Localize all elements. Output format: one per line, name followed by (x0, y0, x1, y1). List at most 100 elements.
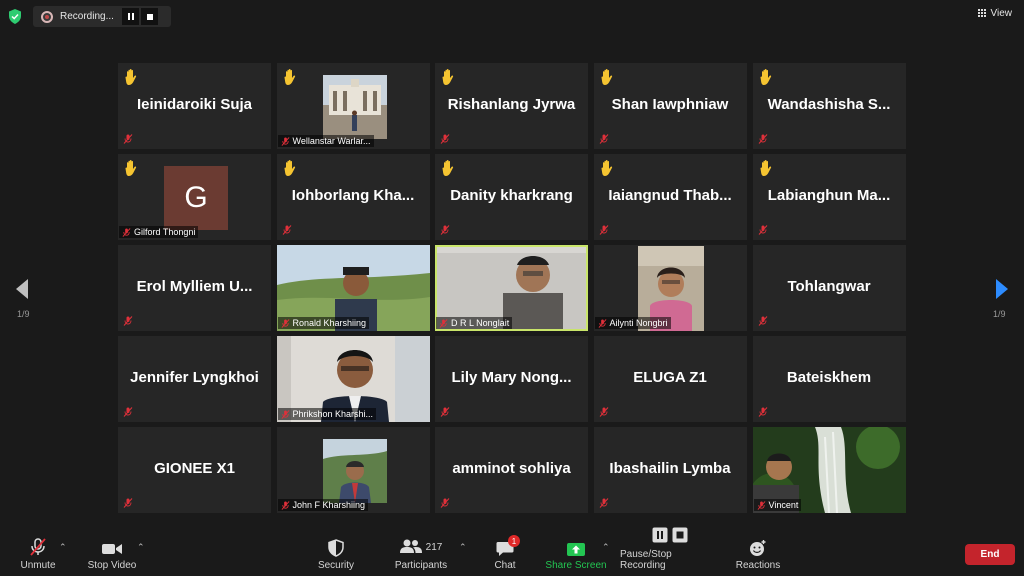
participant-tile[interactable]: Wellanstar Warlar... (276, 63, 430, 149)
chat-label: Chat (494, 560, 516, 571)
pause-icon (127, 13, 134, 20)
participant-name-tag: Ronald Kharshiing (277, 317, 370, 329)
stop-video-button[interactable]: Stop Video (84, 528, 140, 576)
participant-tile[interactable]: Wandashisha S... (752, 63, 906, 149)
raised-hand-icon (442, 69, 454, 85)
participant-name: Danity kharkrang (450, 187, 573, 204)
participant-tile[interactable]: GIONEE X1 (118, 427, 271, 513)
next-page-arrow-icon[interactable] (995, 278, 1009, 300)
participant-tile[interactable]: Iohborlang Kha... (276, 154, 430, 240)
video-options-caret-icon[interactable]: ⌃ (137, 542, 145, 553)
raised-hand-icon (283, 160, 295, 176)
pause-stop-recording-label: Pause/Stop Recording (620, 549, 672, 571)
view-button[interactable]: View (977, 8, 1012, 19)
muted-microphone-icon (440, 134, 450, 144)
avatar: G (164, 166, 228, 230)
participant-tile[interactable]: ELUGA Z1 (593, 336, 747, 422)
participant-name: Erol Mylliem U... (136, 278, 253, 295)
share-screen-button[interactable]: Share Screen (544, 528, 608, 576)
muted-microphone-icon (440, 498, 450, 508)
pause-stop-recording-button[interactable]: Pause/Stop Recording (620, 527, 720, 576)
raised-hand-icon (125, 160, 137, 176)
participant-tile[interactable]: Ibashailin Lymba (593, 427, 747, 513)
participant-name: Wellanstar Warlar... (292, 136, 371, 146)
participant-name: ELUGA Z1 (633, 369, 707, 386)
security-button[interactable]: Security (314, 528, 358, 576)
participant-tile[interactable]: Ailynti Nongbri (593, 245, 747, 331)
video-gallery: Ieinidaroiki Suja Wellanstar Warlar... Ris… (118, 63, 906, 514)
participant-name: Lily Mary Nong... (451, 369, 572, 386)
muted-microphone-icon (599, 225, 608, 235)
participant-name: Bateiskhem (786, 369, 872, 386)
reactions-button[interactable]: Reactions (734, 528, 782, 576)
participant-tile[interactable]: G Gilford Thongni (118, 154, 271, 240)
muted-microphone-icon (30, 538, 46, 556)
unmute-label: Unmute (20, 560, 56, 571)
participant-tile[interactable]: Labianghun Ma... (752, 154, 906, 240)
participant-name-tag: Vincent (753, 499, 802, 511)
participant-tile[interactable]: Bateiskhem (752, 336, 906, 422)
muted-microphone-icon (123, 407, 133, 417)
participant-tile[interactable]: Iaiangnud Thab... (593, 154, 747, 240)
participant-tile[interactable]: Tohlangwar (752, 245, 906, 331)
participant-name: Iohborlang Kha... (291, 187, 415, 204)
pause-recording-button[interactable] (122, 8, 139, 25)
participant-name-tag: D R L Nonglait (436, 317, 513, 329)
muted-microphone-icon (123, 134, 133, 144)
muted-microphone-icon (282, 225, 291, 235)
participant-tile[interactable]: Jennifer Lyngkhoi (118, 336, 271, 422)
muted-microphone-icon (281, 318, 289, 328)
recording-indicator: Recording... (33, 6, 171, 27)
end-meeting-button[interactable]: End (965, 544, 1015, 565)
participant-tile[interactable]: Ieinidaroiki Suja (118, 63, 271, 149)
share-options-caret-icon[interactable]: ⌃ (602, 542, 610, 553)
participant-name: GIONEE X1 (154, 460, 235, 477)
muted-microphone-icon (757, 500, 765, 510)
share-screen-icon (567, 543, 585, 556)
raised-hand-icon (283, 69, 295, 85)
muted-microphone-icon (123, 316, 133, 326)
shield-icon[interactable] (8, 9, 22, 24)
stop-video-label: Stop Video (87, 560, 137, 571)
participant-name: Tohlangwar (787, 278, 871, 295)
participants-button[interactable]: 217 Participants (392, 528, 450, 576)
participant-tile[interactable]: Danity kharkrang (435, 154, 588, 240)
previous-page-arrow-icon[interactable] (15, 278, 29, 300)
muted-microphone-icon (440, 225, 450, 235)
security-shield-icon (328, 539, 344, 557)
top-bar: Recording... View (0, 0, 1024, 32)
participant-tile[interactable]: D R L Nonglait (435, 245, 588, 331)
participant-name: Phrikshon Kharshi... (292, 409, 374, 419)
meeting-toolbar: Unmute ⌃ Stop Video ⌃ Security 217 Parti… (0, 527, 1024, 576)
participant-tile[interactable]: Ronald Kharshiing (276, 245, 430, 331)
participant-tile[interactable]: Phrikshon Kharshi... (276, 336, 430, 422)
raised-hand-icon (600, 69, 612, 85)
stop-recording-icon (672, 527, 688, 543)
grid-view-icon (977, 9, 987, 18)
participant-tile[interactable]: amminot sohliya (435, 427, 588, 513)
raised-hand-icon (759, 160, 771, 176)
participant-name: John F Kharshiing (292, 500, 366, 510)
participant-name: Ronald Kharshiing (292, 318, 367, 328)
participant-tile[interactable]: Erol Mylliem U... (118, 245, 271, 331)
participant-tile[interactable]: Lily Mary Nong... (435, 336, 588, 422)
muted-microphone-icon (123, 498, 133, 508)
unmute-button[interactable]: Unmute (16, 528, 60, 576)
participant-tile[interactable]: Vincent (752, 427, 906, 513)
reactions-label: Reactions (735, 560, 781, 571)
page-indicator-left: 1/9 (17, 309, 30, 319)
muted-microphone-icon (758, 134, 767, 144)
muted-microphone-icon (281, 409, 289, 419)
muted-microphone-icon (758, 316, 767, 326)
stop-recording-button[interactable] (141, 8, 158, 25)
chat-unread-badge: 1 (508, 535, 520, 547)
participant-tile[interactable]: Rishanlang Jyrwa (435, 63, 588, 149)
participant-tile[interactable]: John F Kharshiing (276, 427, 430, 513)
muted-microphone-icon (281, 136, 289, 146)
participant-tile[interactable]: Shan Iawphniaw (593, 63, 747, 149)
muted-microphone-icon (599, 498, 608, 508)
video-camera-icon (102, 544, 122, 554)
audio-options-caret-icon[interactable]: ⌃ (59, 542, 67, 553)
raised-hand-icon (600, 160, 612, 176)
participants-options-caret-icon[interactable]: ⌃ (459, 542, 467, 553)
